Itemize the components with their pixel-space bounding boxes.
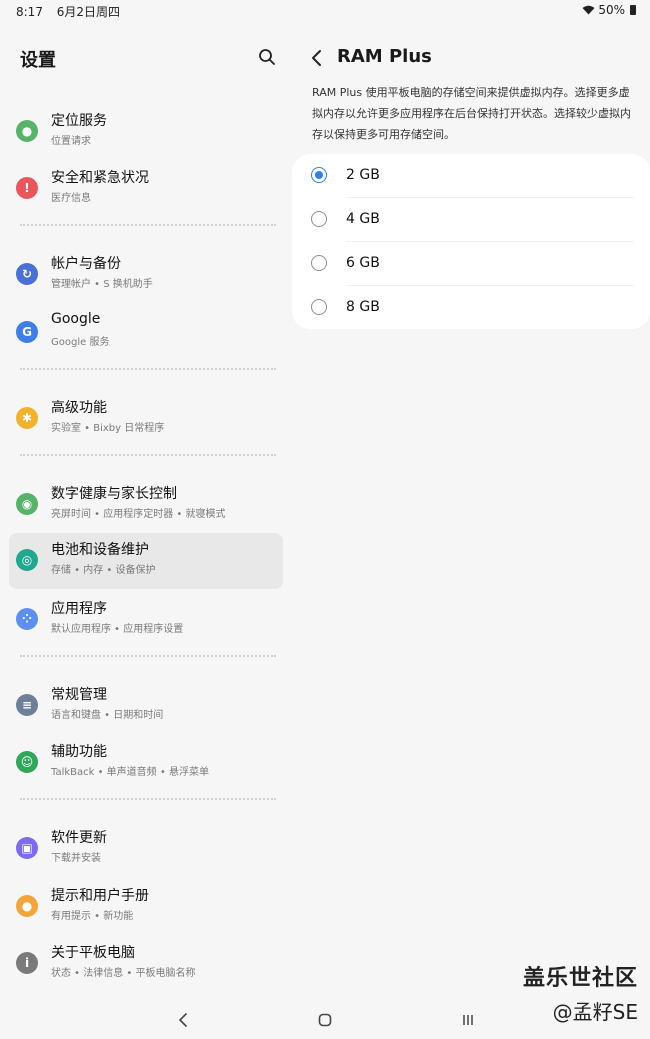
- settings-item-subtitle: 亮屏时间 • 应用程序定时器 • 就寝模式: [51, 509, 226, 520]
- settings-item-title: 应用程序: [51, 601, 107, 617]
- ram-option-label: 8 GB: [346, 299, 380, 315]
- settings-item-subtitle: 管理帐户 • S 换机助手: [51, 279, 153, 290]
- settings-item-title: 提示和用户手册: [51, 888, 149, 904]
- accessibility-icon: ☺: [16, 751, 38, 773]
- divider: [20, 454, 276, 456]
- nav-back-icon[interactable]: [175, 1012, 191, 1028]
- navigation-bar: [0, 1000, 650, 1039]
- ram-size-options: 2 GB 4 GB 6 GB 8 GB: [292, 154, 650, 329]
- ram-option[interactable]: 4 GB: [292, 198, 650, 242]
- ram-option-label: 6 GB: [346, 255, 380, 271]
- update-icon: ▣: [16, 837, 38, 859]
- settings-item-title: 电池和设备维护: [51, 542, 149, 558]
- battery-icon: [630, 5, 636, 15]
- settings-item-title: 数字健康与家长控制: [51, 486, 177, 502]
- ram-plus-pane: RAM Plus RAM Plus 使用平板电脑的存储空间来提供虚拟内存。选择更…: [292, 20, 650, 1000]
- settings-item[interactable]: ◉ 数字健康与家长控制亮屏时间 • 应用程序定时器 • 就寝模式: [9, 477, 283, 533]
- wellbeing-icon: ◉: [16, 493, 38, 515]
- divider: [20, 224, 276, 226]
- google-icon: G: [16, 321, 38, 343]
- search-icon[interactable]: [258, 48, 276, 66]
- emergency-icon: !: [16, 177, 38, 199]
- ram-plus-description: RAM Plus 使用平板电脑的存储空间来提供虚拟内存。选择更多虚拟内存以允许更…: [312, 86, 631, 141]
- gear-plus-icon: ✱: [16, 407, 38, 429]
- ram-option[interactable]: 8 GB: [292, 286, 650, 330]
- settings-item[interactable]: ▣ 软件更新下载并安装: [9, 821, 283, 877]
- settings-title: 设置: [20, 50, 56, 71]
- wifi-icon: [582, 5, 595, 15]
- settings-item[interactable]: ☺ 辅助功能 TalkBack • 单声道音频 • 悬浮菜单: [9, 735, 283, 791]
- radio-button[interactable]: [311, 211, 327, 227]
- settings-item[interactable]: ↻ 帐户与备份管理帐户 • S 换机助手: [9, 247, 283, 303]
- settings-list-pane: 设置 ● 定位服务 位置请求! 安全和紧急状况 医疗信息 ↻ 帐户与备份 管理帐户 • S 换…: [0, 20, 292, 1000]
- radio-button[interactable]: [311, 255, 327, 271]
- settings-item-subtitle: 位置请求: [51, 136, 91, 147]
- settings-item[interactable]: ≡ 常规管理语言和键盘 • 日期和时间: [9, 678, 283, 734]
- radio-button[interactable]: [311, 299, 327, 315]
- status-time: 8:17: [16, 5, 43, 19]
- settings-item[interactable]: ● 定位服务位置请求: [9, 104, 283, 160]
- settings-item-title: 辅助功能: [51, 744, 107, 760]
- settings-item-subtitle: 状态 • 法律信息 • 平板电脑名称: [51, 968, 196, 979]
- settings-item[interactable]: i 关于平板电脑状态 • 法律信息 • 平板电脑名称: [9, 936, 283, 992]
- settings-item-title: 软件更新: [51, 830, 107, 846]
- settings-item[interactable]: ⁘ 应用程序默认应用程序 • 应用程序设置: [9, 592, 283, 648]
- settings-item[interactable]: ◎ 电池和设备维护存储 • 内存 • 设备保护: [9, 533, 283, 589]
- ram-option-label: 2 GB: [346, 167, 380, 183]
- settings-item-title: 定位服务: [51, 113, 107, 129]
- nav-recents-icon[interactable]: [460, 1012, 476, 1028]
- divider: [20, 798, 276, 800]
- location-icon: ●: [16, 120, 38, 142]
- settings-item-title: Google: [51, 311, 101, 327]
- ram-option-label: 4 GB: [346, 211, 380, 227]
- settings-item-subtitle: TalkBack • 单声道音频 • 悬浮菜单: [51, 767, 209, 778]
- divider: [20, 368, 276, 370]
- ram-option[interactable]: 6 GB: [292, 242, 650, 286]
- settings-item-subtitle: 有用提示 • 新功能: [51, 911, 134, 922]
- divider: [20, 655, 276, 657]
- back-arrow-icon[interactable]: [310, 48, 324, 68]
- settings-item-title: 高级功能: [51, 400, 107, 416]
- settings-item-title: 安全和紧急状况: [51, 170, 149, 186]
- settings-item-title: 关于平板电脑: [51, 945, 135, 961]
- apps-icon: ⁘: [16, 608, 38, 630]
- settings-item-subtitle: 实验室 • Bixby 日常程序: [51, 423, 165, 434]
- radio-button[interactable]: [311, 167, 327, 183]
- settings-item-subtitle: 语言和键盘 • 日期和时间: [51, 710, 164, 721]
- settings-item-subtitle: 默认应用程序 • 应用程序设置: [51, 624, 184, 635]
- settings-item-title: 常规管理: [51, 687, 107, 703]
- bulb-icon: ●: [16, 895, 38, 917]
- settings-item[interactable]: ● 提示和用户手册有用提示 • 新功能: [9, 879, 283, 935]
- sliders-icon: ≡: [16, 694, 38, 716]
- ram-option[interactable]: 2 GB: [292, 154, 650, 198]
- device-care-icon: ◎: [16, 549, 38, 571]
- settings-item-title: 帐户与备份: [51, 256, 121, 272]
- settings-item[interactable]: ! 安全和紧急状况医疗信息: [9, 161, 283, 217]
- info-icon: i: [16, 952, 38, 974]
- status-date: 6月2日周四: [56, 5, 121, 19]
- nav-home-icon[interactable]: [317, 1012, 333, 1028]
- page-title: RAM Plus: [337, 46, 432, 67]
- settings-item-subtitle: Google 服务: [51, 337, 110, 348]
- settings-item[interactable]: ✱ 高级功能实验室 • Bixby 日常程序: [9, 391, 283, 447]
- status-bar: 8:17 6月2日周四 50%: [0, 0, 650, 20]
- battery-percent: 50%: [598, 3, 625, 17]
- watermark-community: 盖乐世社区: [522, 966, 638, 991]
- settings-item-subtitle: 下载并安装: [51, 853, 101, 864]
- settings-item-subtitle: 医疗信息: [51, 193, 91, 204]
- sync-icon: ↻: [16, 263, 38, 285]
- settings-item[interactable]: G Google Google 服务: [9, 305, 283, 361]
- settings-item-subtitle: 存储 • 内存 • 设备保护: [51, 565, 156, 576]
